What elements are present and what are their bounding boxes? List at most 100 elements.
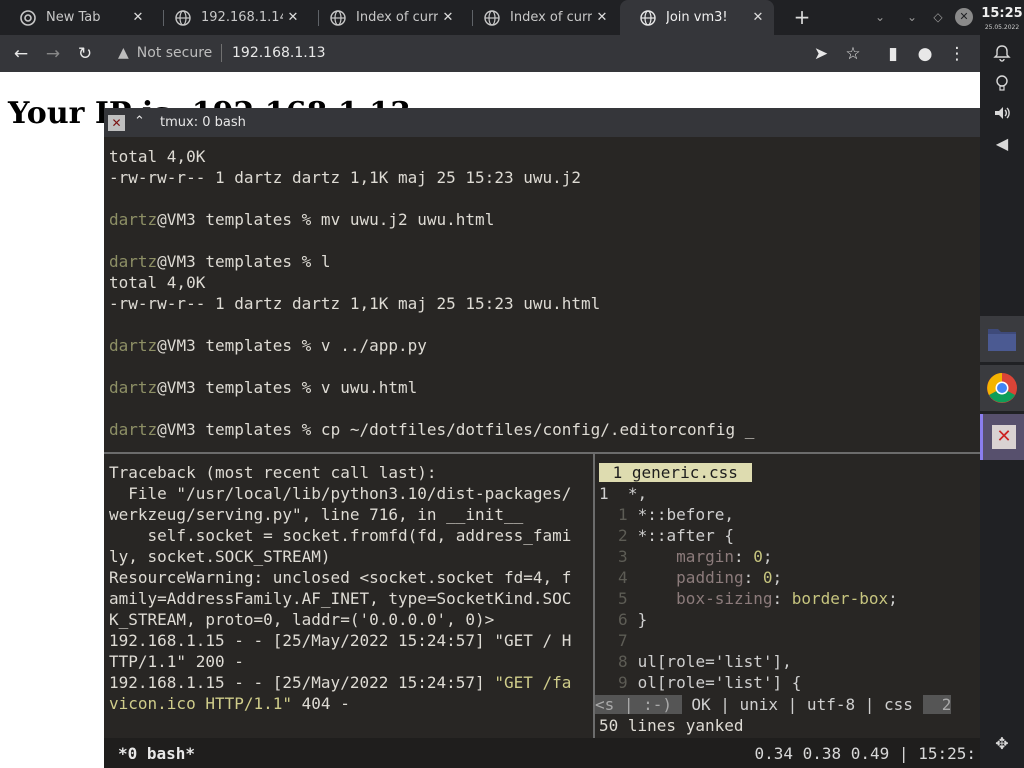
- tab-192-168-1-14[interactable]: 192.168.1.14 ✕: [155, 0, 309, 35]
- code-text: *::before,: [637, 505, 734, 524]
- editor-line[interactable]: 8 ul[role='list'],: [599, 651, 792, 672]
- prompt-user: dartz: [109, 336, 158, 355]
- editor-line[interactable]: 4 padding: 0;: [599, 567, 782, 588]
- close-icon[interactable]: ✕: [592, 10, 612, 25]
- pane-divider[interactable]: [104, 452, 980, 454]
- shell-line: dartz@VM3 templates % mv uwu.j2 uwu.html: [109, 209, 494, 230]
- star-icon[interactable]: ☆: [840, 41, 866, 67]
- shell-line: dartz@VM3 templates % v ../app.py: [109, 335, 427, 356]
- lightbulb-icon[interactable]: [990, 74, 1014, 98]
- line-number: 8: [618, 652, 628, 671]
- bell-icon[interactable]: [990, 44, 1014, 68]
- caret-up-icon[interactable]: ⌃: [134, 114, 145, 129]
- terminal-titlebar[interactable]: ✕ ⌃ tmux: 0 bash: [104, 108, 980, 137]
- menu-icon[interactable]: ⋮: [944, 41, 970, 67]
- tab-new-tab[interactable]: New Tab ✕: [0, 0, 154, 35]
- tab-label: New Tab: [46, 10, 101, 25]
- line-number: 1: [618, 505, 628, 524]
- profile-icon[interactable]: ●: [912, 41, 938, 67]
- shell-line: -rw-rw-r-- 1 dartz dartz 1,1K maj 25 15:…: [109, 293, 600, 314]
- tmux-statusbar: *0 bash* 0.34 0.38 0.49 | 15:25:: [104, 738, 980, 768]
- security-indicator[interactable]: ▲ Not secure: [118, 45, 212, 61]
- code-text: padding: 0;: [676, 568, 783, 587]
- tmux-window-label[interactable]: *0 bash*: [118, 744, 195, 763]
- globe-icon: [330, 9, 346, 26]
- forward-arrow-icon[interactable]: →: [40, 41, 66, 67]
- tab-index-2[interactable]: Index of curre ✕: [464, 0, 618, 35]
- buffer-tab[interactable]: 1 generic.css: [599, 462, 752, 483]
- shell-text: total 4,0K: [109, 273, 206, 292]
- move-icon[interactable]: ✥: [990, 732, 1014, 756]
- volume-icon[interactable]: [990, 104, 1014, 128]
- close-icon[interactable]: ✕: [128, 10, 148, 25]
- tab-join-vm3[interactable]: Join vm3! ✕: [620, 0, 774, 35]
- editor-line[interactable]: 9 ol[role='list'] {: [599, 672, 801, 693]
- log-text: 192.168.1.15 - - [25/May/2022 15:24:57]: [109, 673, 495, 692]
- warning-icon: ▲: [118, 45, 129, 61]
- editor-line[interactable]: 1 *::before,: [599, 504, 734, 525]
- send-icon[interactable]: ➤: [808, 41, 834, 67]
- log-line: ly, socket.SOCK_STREAM): [109, 546, 331, 567]
- prompt-user: dartz: [109, 252, 158, 271]
- shell-text: @VM3 templates % l: [157, 252, 331, 271]
- close-icon[interactable]: ✕: [108, 115, 125, 131]
- close-icon[interactable]: ✕: [748, 10, 768, 25]
- log-text: 192.168.1.15 - - [25/May/2022 15:24:57] …: [109, 631, 572, 650]
- security-label: Not secure: [136, 45, 213, 61]
- close-icon[interactable]: ✕: [283, 10, 303, 25]
- terminal-window[interactable]: ✕ ⌃ tmux: 0 bash total 4,0K -rw-rw-r-- 1 …: [104, 108, 980, 768]
- dock-file-manager[interactable]: [980, 316, 1024, 362]
- code-text: *,: [608, 484, 648, 503]
- line-number: 5: [618, 589, 628, 608]
- editor-line[interactable]: 3 margin: 0;: [599, 546, 773, 567]
- window-close-icon[interactable]: ✕: [955, 8, 973, 26]
- browser-toolbar: ← → ↻ ▲ Not secure 192.168.1.13 ➤ ☆ ▮ ● …: [0, 35, 980, 72]
- prompt-user: dartz: [109, 378, 158, 397]
- dock-chrome[interactable]: [980, 365, 1024, 411]
- chevron-down-icon[interactable]: ⌄: [902, 6, 922, 28]
- line-number: 3: [618, 547, 628, 566]
- terminal-title: tmux: 0 bash: [160, 115, 246, 130]
- side-panel-icon[interactable]: ▮: [880, 41, 906, 67]
- editor-line[interactable]: 5 box-sizing: border-box;: [599, 588, 898, 609]
- log-text: ly, socket.SOCK_STREAM): [109, 547, 331, 566]
- shell-text: @VM3 templates % v ../app.py: [157, 336, 427, 355]
- log-line: Traceback (most recent call last):: [109, 462, 437, 483]
- caret-left-icon[interactable]: ◀: [990, 132, 1014, 156]
- tab-label: Index of curre: [356, 10, 438, 25]
- shell-text: -rw-rw-r-- 1 dartz dartz 1,1K maj 25 15:…: [109, 168, 582, 187]
- editor-line[interactable]: 1 *,: [599, 483, 647, 504]
- code-text: *::after {: [637, 526, 734, 545]
- log-line: 192.168.1.15 - - [25/May/2022 15:24:57] …: [109, 672, 571, 693]
- back-arrow-icon[interactable]: ←: [8, 41, 34, 67]
- clock[interactable]: 15:25: [980, 6, 1024, 21]
- editor-line[interactable]: 6}: [599, 609, 647, 630]
- editor-line[interactable]: 7: [599, 630, 638, 651]
- editor-line[interactable]: 2 *::after {: [599, 525, 734, 546]
- editor-status-right: 2: [922, 695, 952, 714]
- log-text: ResourceWarning: unclosed <socket.socket…: [109, 568, 572, 587]
- new-tab-button[interactable]: +: [790, 4, 814, 30]
- chevron-down-icon[interactable]: ⌄: [870, 6, 890, 28]
- line-number: 6: [618, 610, 628, 629]
- log-text: self.socket = socket.fromfd(fd, address_…: [109, 526, 572, 545]
- globe-icon: [640, 9, 656, 26]
- close-icon[interactable]: ✕: [438, 10, 458, 25]
- address-bar[interactable]: 192.168.1.13: [232, 45, 326, 61]
- editor-message: 50 lines yanked: [599, 716, 744, 735]
- shell-text: @VM3 templates % v uwu.html: [157, 378, 418, 397]
- reload-icon[interactable]: ↻: [72, 41, 98, 67]
- diamond-icon[interactable]: ◇: [928, 6, 948, 28]
- shell-line: -rw-rw-r-- 1 dartz dartz 1,1K maj 25 15:…: [109, 167, 581, 188]
- shell-line: dartz@VM3 templates % cp ~/dotfiles/dotf…: [109, 419, 754, 440]
- editor-statusline: <s | :-) OK | unix | utf-8 | css 2: [595, 694, 980, 715]
- line-number: 1: [599, 484, 609, 503]
- tab-index-1[interactable]: Index of curre ✕: [310, 0, 464, 35]
- code-text: ol[role='list'] {: [637, 673, 802, 692]
- tmux-status-right: 0.34 0.38 0.49 | 15:25:: [754, 744, 976, 763]
- log-line: self.socket = socket.fromfd(fd, address_…: [109, 525, 572, 546]
- tab-label: Index of curre: [510, 10, 592, 25]
- chrome-icon: [987, 373, 1017, 403]
- dock-terminal[interactable]: ✕: [980, 414, 1024, 460]
